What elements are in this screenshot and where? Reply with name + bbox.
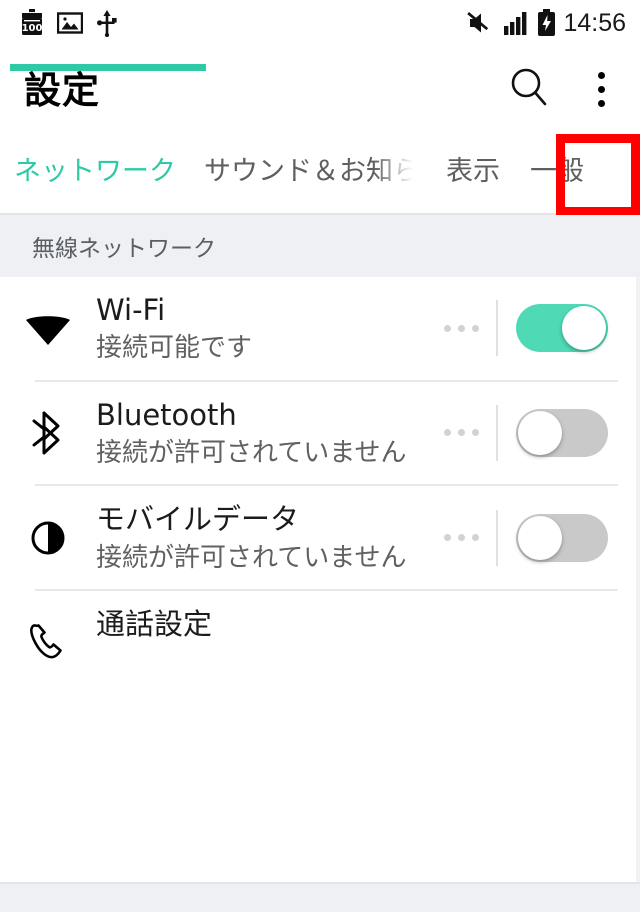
wifi-toggle[interactable]	[516, 304, 608, 353]
settings-list: Wi-Fi 接続可能です Bluetooth 接続が許可されていません モバイル…	[0, 277, 640, 691]
status-bar-left-icons: 100	[20, 9, 118, 38]
section-header-wireless: 無線ネットワーク	[0, 215, 640, 277]
list-item-wifi-title: Wi-Fi	[96, 293, 166, 327]
battery-100-icon: 100	[20, 9, 44, 37]
list-item-wifi-controls	[434, 277, 626, 380]
list-item-call-settings-controls	[434, 591, 452, 691]
tab-general[interactable]: 一般	[514, 132, 598, 204]
mobile-data-control-divider	[496, 509, 498, 566]
bluetooth-toggle-knob	[518, 410, 562, 455]
search-icon	[507, 65, 551, 114]
signal-bars-icon	[503, 10, 529, 36]
list-item-wifi-text: Wi-Fi 接続可能です	[96, 277, 434, 380]
tab-sound-notifications[interactable]: サウンド＆お知ら	[190, 132, 426, 204]
list-item-call-settings-text: 通話設定	[96, 591, 434, 656]
svg-text:100: 100	[22, 23, 43, 34]
section-header-label: 無線ネットワーク	[32, 236, 216, 262]
tab-bar: ネットワーク サウンド＆お知ら 表示 一般	[0, 132, 640, 216]
list-item-mobile-data-subtitle: 接続が許可されていません	[96, 542, 407, 573]
list-item-bluetooth-controls	[434, 382, 626, 485]
app-bar: 設定	[0, 46, 640, 132]
tab-display[interactable]: 表示	[426, 132, 514, 204]
battery-charging-icon	[537, 9, 556, 37]
list-item-mobile-data-text: モバイルデータ 接続が許可されていません	[96, 486, 434, 589]
wifi-icon	[0, 277, 96, 380]
bluetooth-control-divider	[496, 404, 498, 461]
more-vertical-icon	[597, 71, 605, 107]
tab-general-label: 一般	[530, 155, 584, 187]
mobile-data-icon	[0, 486, 96, 589]
list-item-wifi-subtitle: 接続可能です	[96, 333, 253, 364]
list-item-bluetooth[interactable]: Bluetooth 接続が許可されていません	[0, 381, 640, 485]
overflow-menu-button[interactable]	[578, 66, 624, 112]
list-item-bluetooth-text: Bluetooth 接続が許可されていません	[96, 382, 434, 485]
list-item-bluetooth-title: Bluetooth	[96, 397, 237, 432]
list-item-bluetooth-subtitle: 接続が許可されていません	[96, 438, 407, 469]
bottom-section-strip	[0, 882, 640, 912]
status-bar: 100 14:56	[0, 0, 640, 46]
list-item-wifi[interactable]: Wi-Fi 接続可能です	[0, 277, 640, 380]
tab-network-label: ネットワーク	[14, 155, 176, 187]
list-item-call-settings[interactable]: 通話設定	[0, 590, 640, 691]
list-item-mobile-data-controls	[434, 486, 626, 589]
mute-icon	[467, 10, 495, 36]
list-item-call-settings-title: 通話設定	[96, 606, 213, 641]
bluetooth-icon	[0, 382, 96, 485]
usb-icon	[96, 9, 118, 38]
settings-screen: 100 14:56 設定 ネットワーク サウンド＆お知ら 表示 一般 無線ネット…	[0, 0, 640, 912]
app-bar-actions	[506, 46, 624, 132]
mobile-data-toggle[interactable]	[516, 513, 608, 562]
list-item-mobile-data[interactable]: モバイルデータ 接続が許可されていません	[0, 486, 640, 589]
search-button[interactable]	[506, 66, 552, 112]
status-bar-clock: 14:56	[563, 8, 626, 37]
scrollbar-track[interactable]	[636, 277, 640, 882]
bluetooth-overflow-dots-icon[interactable]	[434, 429, 488, 437]
tab-network[interactable]: ネットワーク	[0, 132, 190, 204]
wifi-overflow-dots-icon[interactable]	[434, 324, 488, 332]
tab-display-label: 表示	[446, 155, 500, 187]
mobile-data-toggle-knob	[518, 515, 562, 560]
mobile-data-overflow-dots-icon[interactable]	[434, 534, 488, 542]
status-bar-right-icons: 14:56	[467, 9, 626, 38]
tab-sound-notifications-label: サウンド＆お知ら	[204, 155, 420, 187]
screenshot-image-icon	[56, 10, 84, 36]
wifi-toggle-knob	[562, 306, 606, 351]
bluetooth-toggle[interactable]	[516, 408, 608, 457]
wifi-control-divider	[496, 300, 498, 357]
phone-call-icon	[0, 591, 96, 691]
active-tab-indicator	[10, 64, 206, 71]
list-item-mobile-data-title: モバイルデータ	[96, 502, 300, 537]
